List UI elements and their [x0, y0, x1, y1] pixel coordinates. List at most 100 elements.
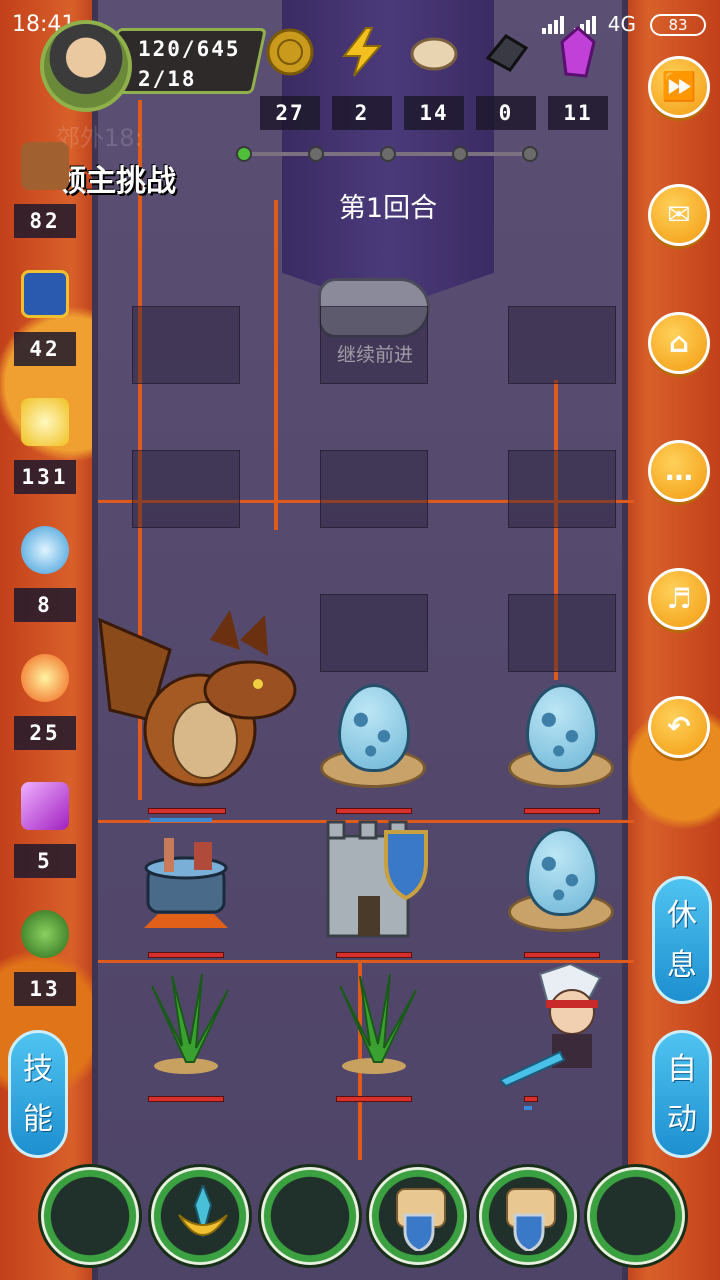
- bread-food-icon: [410, 37, 458, 71]
- stat-attack: 82: [14, 142, 76, 238]
- stat-value: 8: [14, 588, 76, 622]
- skills-button[interactable]: 技 能: [8, 1030, 68, 1158]
- progress-dot: [380, 146, 396, 162]
- level-counter: 2/18: [138, 67, 197, 91]
- coin-icon: [266, 28, 314, 76]
- auto-button[interactable]: 自 动: [652, 1030, 712, 1158]
- bush-health-bar: [148, 1096, 224, 1102]
- resource-value: 2: [332, 96, 392, 130]
- egg-health-bar: [524, 952, 600, 958]
- water-wave-icon: [21, 526, 69, 574]
- fast-forward-icon: ⏩: [661, 70, 697, 103]
- scroll-shield-icon: [506, 1188, 556, 1251]
- hero-warrior[interactable]: [500, 964, 630, 1094]
- stat-value: 131: [14, 460, 76, 494]
- resource-food: 14: [402, 22, 466, 130]
- grid-tile[interactable]: [508, 594, 616, 672]
- stat-value: 5: [14, 844, 76, 878]
- chat-button[interactable]: …: [648, 440, 710, 502]
- grass-bush-icon[interactable]: [320, 966, 428, 1076]
- lightning-shock-icon: [21, 782, 69, 830]
- resource-ore: 0: [474, 22, 538, 130]
- scroll-shield-icon: [396, 1188, 446, 1251]
- holy-light-icon: [21, 398, 69, 446]
- stat-value: 13: [14, 972, 76, 1006]
- auto-label-1: 自: [667, 1052, 697, 1087]
- sound-button[interactable]: ♬: [648, 568, 710, 630]
- battery-indicator: 83: [650, 14, 706, 36]
- undo-button[interactable]: ↶: [648, 696, 710, 758]
- mail-button[interactable]: ✉: [648, 184, 710, 246]
- home-icon: ⌂: [668, 326, 690, 359]
- bush-health-bar: [336, 1096, 412, 1102]
- grid-tile[interactable]: [508, 306, 616, 384]
- player-stats: 120/645 2/18: [138, 34, 241, 94]
- poison-snake-icon: [21, 910, 69, 958]
- chat-bubble-icon: …: [665, 454, 693, 487]
- stat-fire: 25: [14, 654, 76, 750]
- skills-label-1: 技: [23, 1052, 53, 1087]
- grid-tile[interactable]: [320, 594, 428, 672]
- defense-tower-icon[interactable]: [314, 812, 434, 942]
- fast-forward-button[interactable]: ⏩: [648, 56, 710, 118]
- resource-value: 11: [548, 96, 608, 130]
- rest-label-1: 休: [667, 898, 697, 933]
- speaker-icon: ♬: [666, 582, 692, 615]
- stat-holy: 131: [14, 398, 76, 494]
- boss-mana-bar: [150, 818, 212, 822]
- envelope-icon: ✉: [667, 198, 691, 231]
- skill-slot-5[interactable]: [476, 1164, 580, 1268]
- grid-tile[interactable]: [320, 450, 428, 528]
- cooking-pot-icon[interactable]: [134, 828, 238, 938]
- skill-slot-4[interactable]: [366, 1164, 470, 1268]
- progress-dot: [236, 146, 252, 162]
- hero-mana-bar: [524, 1106, 532, 1110]
- skill-slot-2[interactable]: [148, 1164, 252, 1268]
- crystal-gem-icon: [560, 26, 596, 78]
- tower-health-bar: [336, 952, 412, 958]
- skill-slot-6[interactable]: [584, 1164, 688, 1268]
- auto-label-2: 动: [667, 1102, 697, 1137]
- pot-health-bar: [148, 952, 224, 958]
- dragon-boss[interactable]: [90, 600, 300, 800]
- fireball-icon: [21, 654, 69, 702]
- xp-counter: 120/645: [138, 37, 241, 61]
- fist-attack-icon: [21, 142, 69, 190]
- grid-tile[interactable]: [132, 450, 240, 528]
- stat-value: 42: [14, 332, 76, 366]
- skills-label-2: 能: [23, 1102, 53, 1137]
- rest-button[interactable]: 休 息: [652, 876, 712, 1004]
- stat-water: 8: [14, 526, 76, 622]
- undo-arrow-icon: ↶: [667, 710, 691, 743]
- resource-value: 14: [404, 96, 464, 130]
- resource-coin: 27: [258, 22, 322, 130]
- grid-tile[interactable]: [320, 306, 428, 384]
- grid-tile[interactable]: [132, 306, 240, 384]
- stat-value: 25: [14, 716, 76, 750]
- shield-defense-icon: [21, 270, 69, 318]
- network-type: 4G: [607, 12, 636, 36]
- resource-value: 0: [476, 96, 536, 130]
- progress-dot: [308, 146, 324, 162]
- egg-health-bar: [524, 808, 600, 814]
- iron-ore-icon: [485, 34, 529, 72]
- player-avatar[interactable]: [40, 20, 132, 112]
- home-button[interactable]: ⌂: [648, 312, 710, 374]
- stat-poison: 13: [14, 910, 76, 1006]
- round-label: 第1回合: [338, 193, 438, 224]
- resource-crystal: 11: [546, 22, 610, 130]
- resource-value: 27: [260, 96, 320, 130]
- progress-dot: [522, 146, 538, 162]
- skill-slot-3[interactable]: [258, 1164, 362, 1268]
- resource-energy: 2: [330, 22, 394, 130]
- boss-health-bar: [148, 808, 226, 814]
- hero-health-bar: [524, 1096, 538, 1102]
- stat-defense: 42: [14, 270, 76, 366]
- stat-lightning: 5: [14, 782, 76, 878]
- grid-tile[interactable]: [508, 450, 616, 528]
- grass-bush-icon[interactable]: [132, 966, 240, 1076]
- sword-emblem-icon: [178, 1185, 228, 1239]
- skill-slot-1[interactable]: [38, 1164, 142, 1268]
- stat-value: 82: [14, 204, 76, 238]
- progress-dot: [452, 146, 468, 162]
